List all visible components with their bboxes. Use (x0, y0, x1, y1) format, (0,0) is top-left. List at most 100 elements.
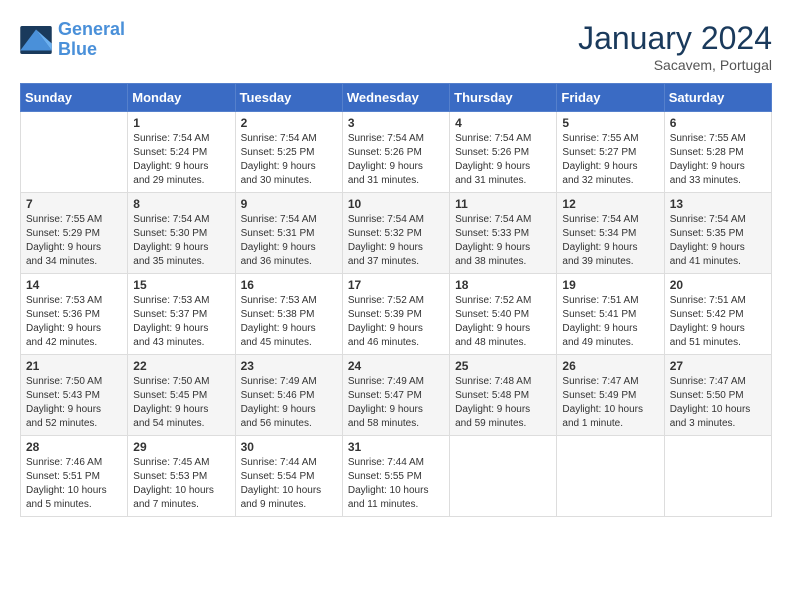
day-number: 13 (670, 197, 766, 211)
day-info: Sunrise: 7:54 AMSunset: 5:26 PMDaylight:… (455, 132, 551, 188)
day-info: Sunrise: 7:52 AMSunset: 5:40 PMDaylight:… (455, 294, 551, 350)
day-number: 21 (26, 359, 122, 373)
day-number: 5 (562, 116, 658, 130)
calendar-cell: 12 Sunrise: 7:54 AMSunset: 5:34 PMDayligh… (557, 193, 664, 274)
day-number: 9 (241, 197, 337, 211)
day-info: Sunrise: 7:55 AMSunset: 5:29 PMDaylight:… (26, 213, 122, 269)
day-info: Sunrise: 7:54 AMSunset: 5:31 PMDaylight:… (241, 213, 337, 269)
day-number: 27 (670, 359, 766, 373)
day-number: 29 (133, 440, 229, 454)
day-number: 15 (133, 278, 229, 292)
day-info: Sunrise: 7:45 AMSunset: 5:53 PMDaylight:… (133, 456, 229, 512)
day-number: 28 (26, 440, 122, 454)
day-info: Sunrise: 7:50 AMSunset: 5:43 PMDaylight:… (26, 375, 122, 431)
calendar-cell: 22 Sunrise: 7:50 AMSunset: 5:45 PMDayligh… (128, 355, 235, 436)
weekday-header-cell: Wednesday (342, 84, 449, 112)
calendar-cell: 9 Sunrise: 7:54 AMSunset: 5:31 PMDaylight… (235, 193, 342, 274)
calendar-week-row: 21 Sunrise: 7:50 AMSunset: 5:43 PMDayligh… (21, 355, 772, 436)
calendar-cell (557, 436, 664, 517)
weekday-header-cell: Saturday (664, 84, 771, 112)
calendar-cell: 7 Sunrise: 7:55 AMSunset: 5:29 PMDaylight… (21, 193, 128, 274)
page-header: General Blue January 2024 Sacavem, Portu… (20, 20, 772, 73)
day-info: Sunrise: 7:54 AMSunset: 5:32 PMDaylight:… (348, 213, 444, 269)
day-number: 14 (26, 278, 122, 292)
weekday-header-row: SundayMondayTuesdayWednesdayThursdayFrid… (21, 84, 772, 112)
day-number: 3 (348, 116, 444, 130)
day-number: 2 (241, 116, 337, 130)
day-info: Sunrise: 7:53 AMSunset: 5:37 PMDaylight:… (133, 294, 229, 350)
day-info: Sunrise: 7:55 AMSunset: 5:27 PMDaylight:… (562, 132, 658, 188)
day-info: Sunrise: 7:54 AMSunset: 5:34 PMDaylight:… (562, 213, 658, 269)
location: Sacavem, Portugal (578, 57, 772, 73)
calendar-cell (664, 436, 771, 517)
day-info: Sunrise: 7:54 AMSunset: 5:24 PMDaylight:… (133, 132, 229, 188)
weekday-header-cell: Tuesday (235, 84, 342, 112)
day-number: 12 (562, 197, 658, 211)
calendar-cell: 8Sunrise: 7:54 AMSunset: 5:30 PMDaylight… (128, 193, 235, 274)
day-number: 22 (133, 359, 229, 373)
calendar-cell (21, 112, 128, 193)
day-info: Sunrise: 7:54 AMSunset: 5:30 PMDaylight:… (133, 213, 229, 269)
day-info: Sunrise: 7:50 AMSunset: 5:45 PMDaylight:… (133, 375, 229, 431)
day-number: 26 (562, 359, 658, 373)
day-info: Sunrise: 7:48 AMSunset: 5:48 PMDaylight:… (455, 375, 551, 431)
calendar-cell: 18Sunrise: 7:52 AMSunset: 5:40 PMDayligh… (450, 274, 557, 355)
calendar-cell: 1 Sunrise: 7:54 AMSunset: 5:24 PMDaylight… (128, 112, 235, 193)
calendar-cell: 14Sunrise: 7:53 AMSunset: 5:36 PMDayligh… (21, 274, 128, 355)
logo-text: General Blue (58, 20, 125, 60)
day-number: 11 (455, 197, 551, 211)
calendar-week-row: 1 Sunrise: 7:54 AMSunset: 5:24 PMDaylight… (21, 112, 772, 193)
day-info: Sunrise: 7:51 AMSunset: 5:42 PMDaylight:… (670, 294, 766, 350)
day-number: 10 (348, 197, 444, 211)
calendar-week-row: 28 Sunrise: 7:46 AMSunset: 5:51 PMDayligh… (21, 436, 772, 517)
calendar-week-row: 7 Sunrise: 7:55 AMSunset: 5:29 PMDaylight… (21, 193, 772, 274)
day-info: Sunrise: 7:47 AMSunset: 5:49 PMDaylight:… (562, 375, 658, 431)
day-info: Sunrise: 7:46 AMSunset: 5:51 PMDaylight:… (26, 456, 122, 512)
weekday-header-cell: Sunday (21, 84, 128, 112)
day-number: 24 (348, 359, 444, 373)
calendar-cell: 2 Sunrise: 7:54 AMSunset: 5:25 PMDaylight… (235, 112, 342, 193)
day-number: 6 (670, 116, 766, 130)
calendar-cell: 28 Sunrise: 7:46 AMSunset: 5:51 PMDayligh… (21, 436, 128, 517)
calendar-cell: 23Sunrise: 7:49 AMSunset: 5:46 PMDayligh… (235, 355, 342, 436)
calendar-cell: 15 Sunrise: 7:53 AMSunset: 5:37 PMDayligh… (128, 274, 235, 355)
calendar-cell: 30Sunrise: 7:44 AMSunset: 5:54 PMDayligh… (235, 436, 342, 517)
calendar-cell: 10 Sunrise: 7:54 AMSunset: 5:32 PMDayligh… (342, 193, 449, 274)
calendar-cell: 20Sunrise: 7:51 AMSunset: 5:42 PMDayligh… (664, 274, 771, 355)
month-title: January 2024 (578, 20, 772, 57)
day-number: 25 (455, 359, 551, 373)
day-number: 16 (241, 278, 337, 292)
day-info: Sunrise: 7:49 AMSunset: 5:47 PMDaylight:… (348, 375, 444, 431)
day-info: Sunrise: 7:44 AMSunset: 5:55 PMDaylight:… (348, 456, 444, 512)
calendar-cell: 16 Sunrise: 7:53 AMSunset: 5:38 PMDayligh… (235, 274, 342, 355)
day-number: 17 (348, 278, 444, 292)
calendar-cell: 13Sunrise: 7:54 AMSunset: 5:35 PMDayligh… (664, 193, 771, 274)
weekday-header-cell: Monday (128, 84, 235, 112)
logo: General Blue (20, 20, 125, 60)
calendar-cell: 11 Sunrise: 7:54 AMSunset: 5:33 PMDayligh… (450, 193, 557, 274)
day-number: 30 (241, 440, 337, 454)
day-number: 7 (26, 197, 122, 211)
day-info: Sunrise: 7:47 AMSunset: 5:50 PMDaylight:… (670, 375, 766, 431)
calendar-cell: 21 Sunrise: 7:50 AMSunset: 5:43 PMDayligh… (21, 355, 128, 436)
calendar-cell: 25 Sunrise: 7:48 AMSunset: 5:48 PMDayligh… (450, 355, 557, 436)
calendar-cell: 6 Sunrise: 7:55 AMSunset: 5:28 PMDaylight… (664, 112, 771, 193)
day-info: Sunrise: 7:55 AMSunset: 5:28 PMDaylight:… (670, 132, 766, 188)
day-info: Sunrise: 7:51 AMSunset: 5:41 PMDaylight:… (562, 294, 658, 350)
day-number: 1 (133, 116, 229, 130)
calendar: SundayMondayTuesdayWednesdayThursdayFrid… (20, 83, 772, 517)
day-info: Sunrise: 7:54 AMSunset: 5:33 PMDaylight:… (455, 213, 551, 269)
weekday-header-cell: Thursday (450, 84, 557, 112)
day-info: Sunrise: 7:49 AMSunset: 5:46 PMDaylight:… (241, 375, 337, 431)
calendar-cell: 4 Sunrise: 7:54 AMSunset: 5:26 PMDaylight… (450, 112, 557, 193)
day-number: 31 (348, 440, 444, 454)
day-number: 19 (562, 278, 658, 292)
day-info: Sunrise: 7:54 AMSunset: 5:25 PMDaylight:… (241, 132, 337, 188)
calendar-cell: 3 Sunrise: 7:54 AMSunset: 5:26 PMDaylight… (342, 112, 449, 193)
calendar-cell: 27 Sunrise: 7:47 AMSunset: 5:50 PMDayligh… (664, 355, 771, 436)
day-info: Sunrise: 7:53 AMSunset: 5:38 PMDaylight:… (241, 294, 337, 350)
calendar-cell (450, 436, 557, 517)
day-info: Sunrise: 7:54 AMSunset: 5:26 PMDaylight:… (348, 132, 444, 188)
calendar-cell: 24 Sunrise: 7:49 AMSunset: 5:47 PMDayligh… (342, 355, 449, 436)
day-number: 4 (455, 116, 551, 130)
